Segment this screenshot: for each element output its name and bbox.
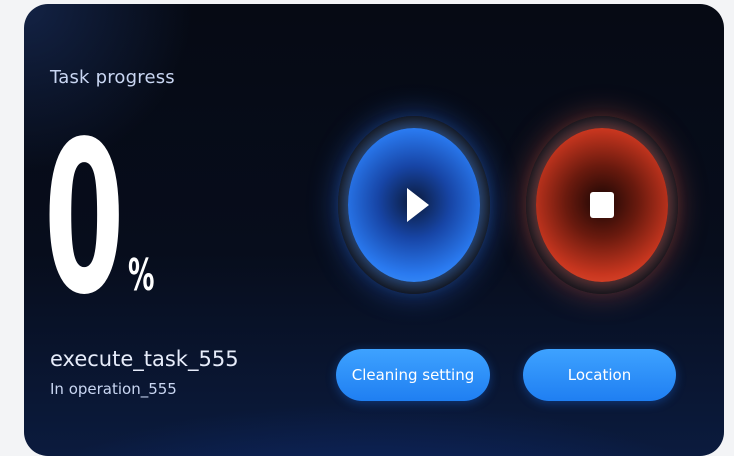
location-button[interactable]: Location (523, 349, 676, 401)
play-button[interactable] (348, 128, 480, 282)
stop-button[interactable] (536, 128, 668, 282)
stop-icon (590, 192, 614, 218)
task-status: In operation_555 (50, 380, 177, 398)
progress-value: 0 (44, 96, 124, 341)
panel-title: Task progress (50, 67, 175, 88)
task-progress-card: Task progress 0 % execute_task_555 In op… (24, 4, 724, 456)
play-icon (407, 188, 429, 222)
task-name: execute_task_555 (50, 347, 239, 371)
cleaning-setting-button[interactable]: Cleaning setting (336, 349, 490, 401)
progress-unit: % (128, 250, 155, 301)
